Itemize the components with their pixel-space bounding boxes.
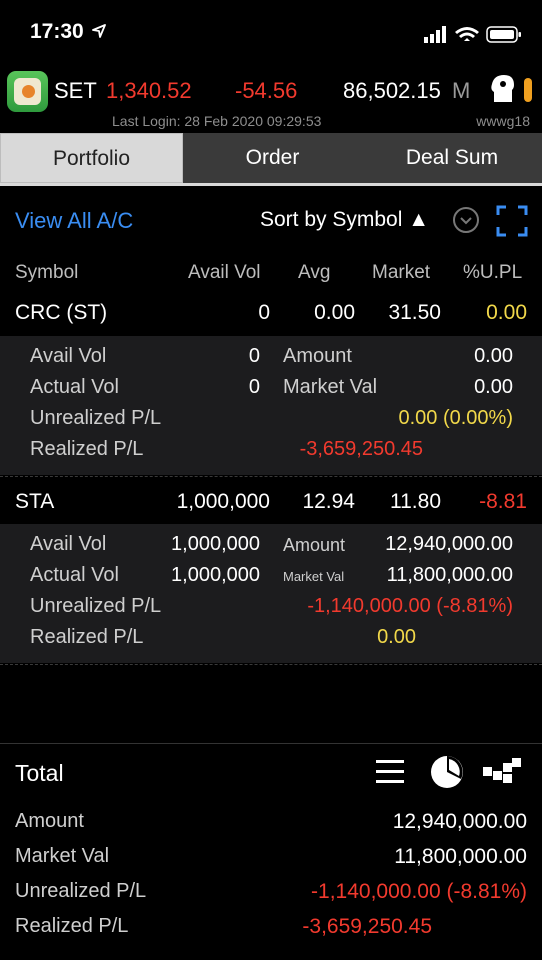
detail-label: Realized P/L [30, 438, 144, 460]
time-text: 17:30 [30, 20, 84, 43]
detail-label: Actual Vol [30, 564, 119, 586]
tiles-icon[interactable] [482, 758, 522, 788]
holding-avg: 12.94 [302, 490, 355, 513]
list-icon[interactable] [374, 756, 406, 788]
status-icons [424, 26, 521, 43]
detail-label: Avail Vol [30, 345, 107, 367]
expand-icon[interactable] [496, 205, 528, 237]
detail-label: Actual Vol [30, 376, 119, 398]
total-value: -3,659,250.45 [302, 915, 432, 938]
detail-value: -3,659,250.45 [299, 438, 423, 460]
status-time: 17:30 [30, 20, 106, 44]
detail-label: Realized P/L [30, 626, 144, 648]
holding-market: 11.80 [390, 490, 441, 513]
holding-avail-vol: 1,000,000 [176, 490, 270, 513]
total-value: -1,140,000.00 (-8.81%) [311, 880, 527, 903]
total-label: Realized P/L [15, 915, 129, 937]
row-divider [0, 664, 542, 665]
index-volume: 86,502.15 [343, 78, 441, 103]
detail-value: 0.00 [474, 376, 513, 398]
detail-value: 1,000,000 [171, 564, 260, 586]
col-symbol: Symbol [15, 262, 79, 283]
chevron-down-icon[interactable] [453, 207, 479, 233]
last-login: Last Login: 28 Feb 2020 09:29:53 [112, 113, 322, 129]
total-title: Total [15, 760, 64, 786]
col-avail-vol: Avail Vol [188, 262, 261, 283]
total-divider [0, 743, 542, 744]
app-logo [7, 71, 48, 112]
profile-head-icon[interactable] [488, 74, 536, 104]
holding-market: 31.50 [388, 301, 441, 324]
tab-order[interactable]: Order [183, 133, 362, 183]
total-label: Market Val [15, 845, 110, 867]
tab-deal-sum[interactable]: Deal Sum [362, 133, 542, 183]
holding-upl-pct: 0.00 [486, 301, 527, 324]
total-label: Unrealized P/L [15, 880, 147, 902]
location-arrow-icon [91, 24, 106, 38]
detail-value: 0.00 [377, 626, 416, 648]
detail-value: 0 [248, 345, 260, 367]
battery-icon [486, 26, 521, 43]
tab-bar: Portfolio Order Deal Sum [0, 133, 542, 183]
sort-by-symbol-button[interactable]: Sort by Symbol ▲ [260, 208, 429, 232]
detail-value: 12,940,000.00 [385, 533, 513, 555]
col-avg: Avg [298, 262, 331, 283]
index-change: -54.56 [235, 78, 298, 103]
detail-label: Amount [283, 535, 346, 555]
detail-label: Avail Vol [30, 533, 107, 555]
detail-value: 11,800,000.00 [386, 564, 513, 586]
col-upl-pct: %U.PL [463, 262, 523, 283]
signal-icon [424, 26, 446, 43]
detail-label: Unrealized P/L [30, 595, 162, 617]
total-value: 11,800,000.00 [394, 845, 527, 868]
row-divider [0, 476, 542, 477]
index-value: 1,340.52 [106, 78, 192, 103]
volume-unit: M [452, 78, 471, 103]
holding-symbol: STA [15, 490, 55, 513]
detail-value: 0.00 [474, 345, 513, 367]
wifi-icon [455, 27, 479, 41]
tab-portfolio[interactable]: Portfolio [0, 133, 183, 183]
detail-label: Market Val [283, 376, 378, 398]
market-name: SET [54, 78, 97, 103]
detail-label: Amount [283, 345, 352, 367]
tab-underline [0, 183, 542, 186]
holding-avail-vol: 0 [258, 301, 270, 324]
col-market: Market [372, 262, 431, 283]
detail-label: Unrealized P/L [30, 407, 162, 429]
view-all-accounts-link[interactable]: View All A/C [15, 208, 133, 234]
detail-value: -1,140,000.00 (-8.81%) [307, 595, 513, 617]
user-id: wwwg18 [476, 113, 530, 129]
detail-value: 0 [248, 376, 260, 398]
total-label: Amount [15, 810, 84, 832]
pie-chart-icon[interactable] [430, 755, 464, 789]
holding-upl-pct: -8.81 [479, 490, 527, 513]
detail-label: Market Val [283, 569, 345, 584]
detail-value: 1,000,000 [171, 533, 260, 555]
holding-avg: 0.00 [314, 301, 355, 324]
holding-symbol: CRC (ST) [15, 301, 108, 324]
total-value: 12,940,000.00 [392, 810, 527, 833]
detail-value: 0.00 (0.00%) [398, 407, 513, 429]
